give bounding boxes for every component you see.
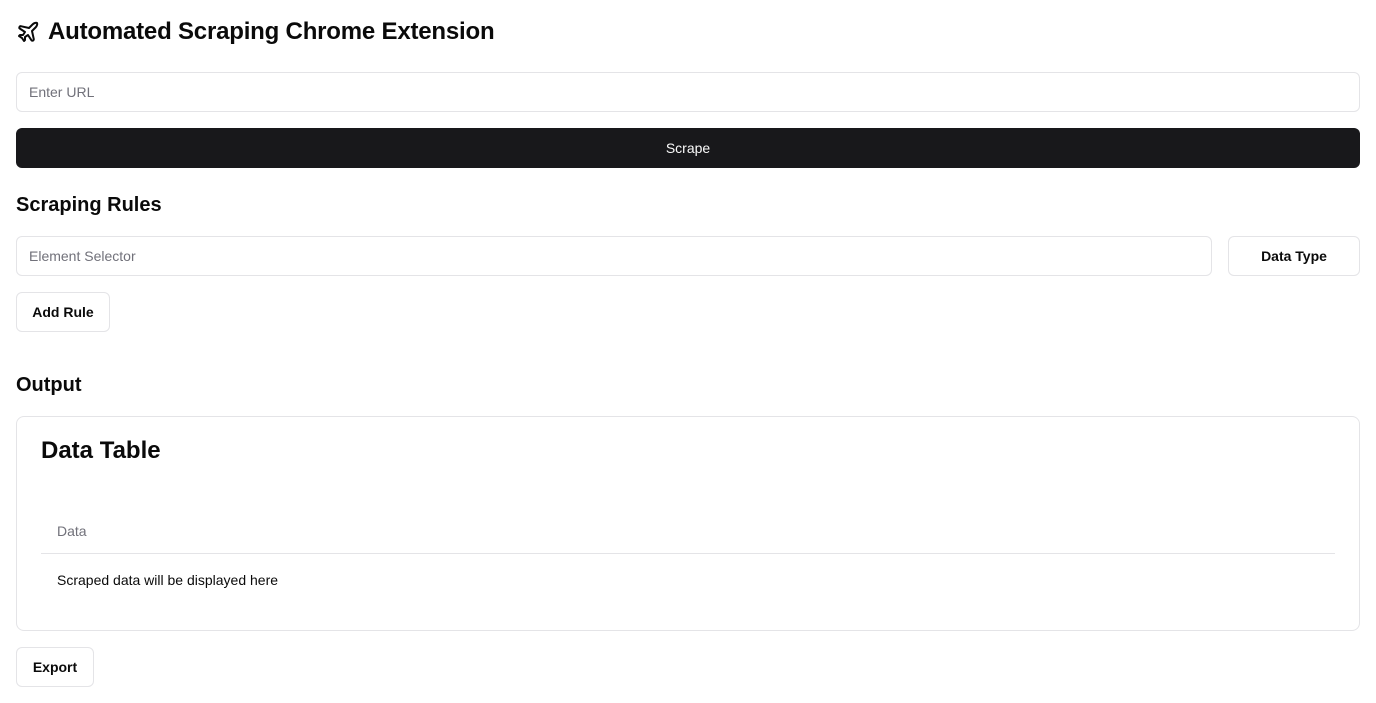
- table-row: Scraped data will be displayed here: [57, 572, 279, 588]
- table-header-data: Data: [41, 509, 1335, 554]
- data-table-title: Data Table: [41, 437, 161, 464]
- add-rule-button[interactable]: Add Rule: [16, 292, 110, 332]
- element-selector-input[interactable]: [16, 236, 1212, 276]
- app-header: Automated Scraping Chrome Extension: [16, 14, 495, 50]
- data-type-select[interactable]: Data Type: [1228, 236, 1360, 276]
- app-page: Automated Scraping Chrome Extension Scra…: [0, 0, 1376, 703]
- page-title: Automated Scraping Chrome Extension: [48, 18, 495, 45]
- data-table-card: Data Table Data Scraped data will be dis…: [16, 416, 1360, 631]
- plane-icon: [16, 20, 40, 44]
- data-table: Data Scraped data will be displayed here: [41, 509, 1335, 606]
- scrape-button[interactable]: Scrape: [16, 128, 1360, 168]
- export-button[interactable]: Export: [16, 647, 94, 687]
- scraping-rules-heading: Scraping Rules: [16, 194, 162, 216]
- output-heading: Output: [16, 374, 82, 396]
- url-input[interactable]: [16, 72, 1360, 112]
